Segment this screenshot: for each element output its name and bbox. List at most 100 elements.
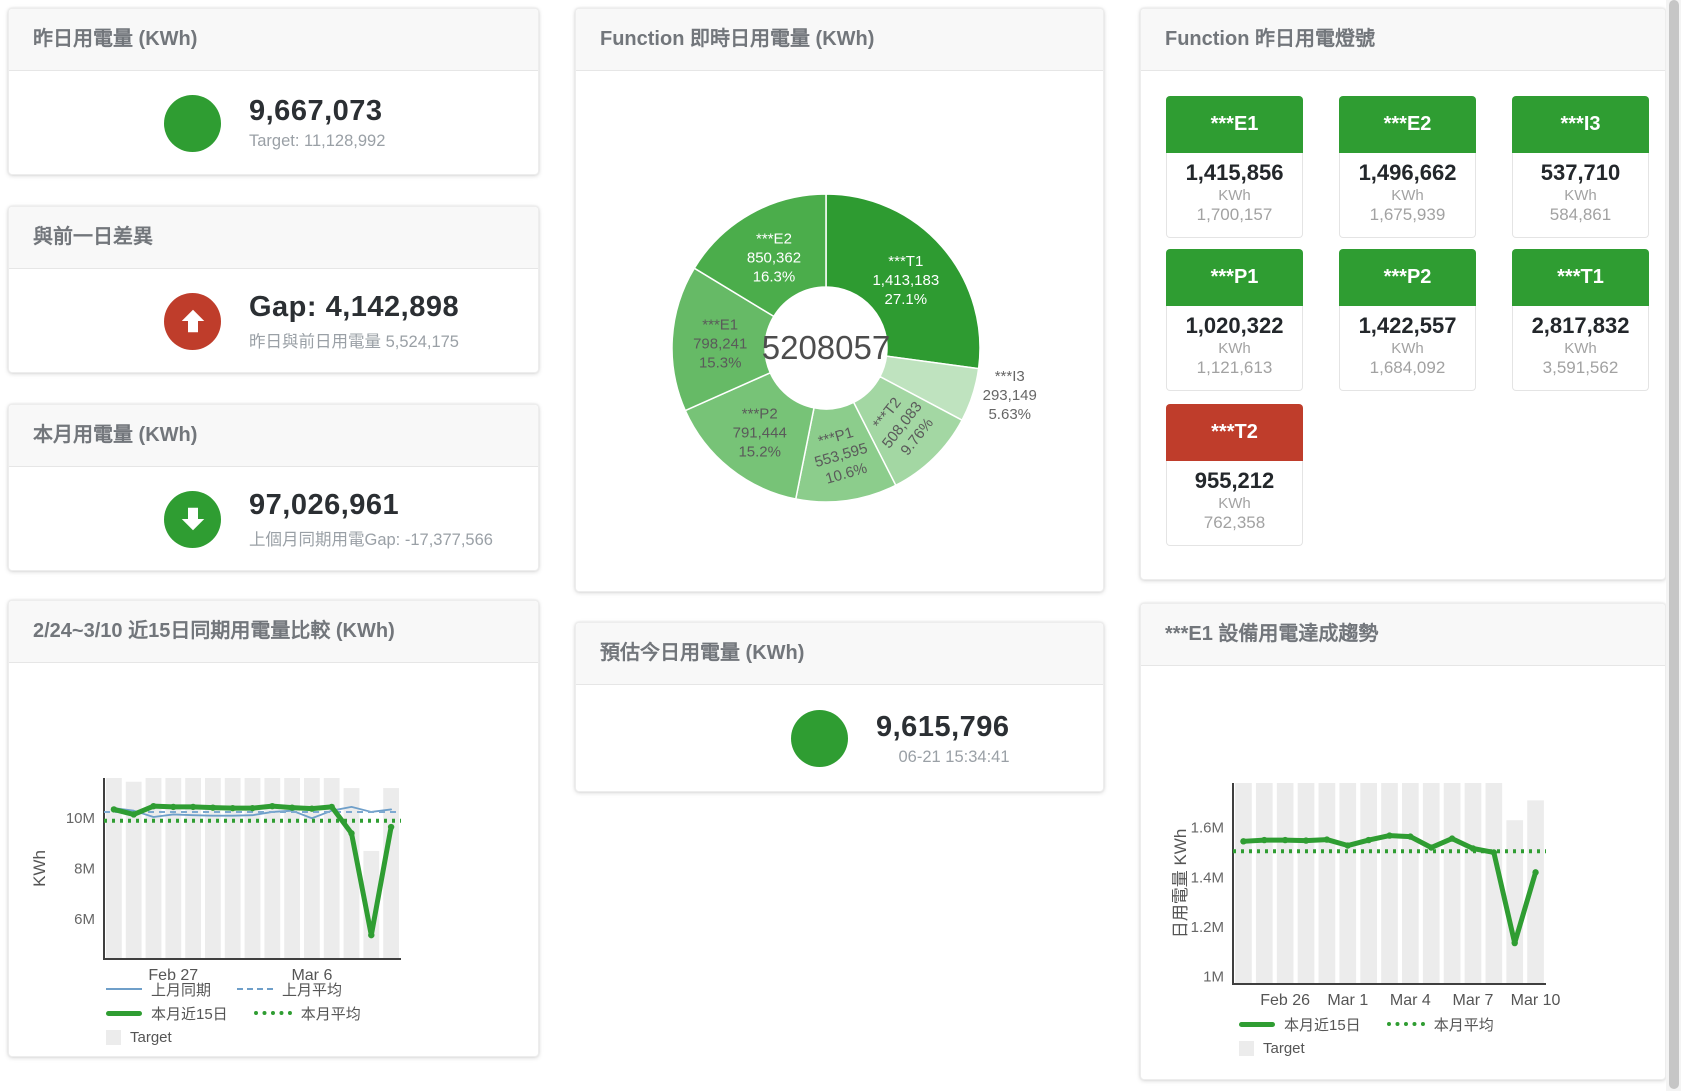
tile-target: 762,358 xyxy=(1167,513,1302,533)
tile-status-header: ***T2 xyxy=(1166,404,1303,461)
tile-value: 955,212 xyxy=(1167,468,1302,494)
legend-row: 上月同期 上月平均 xyxy=(106,979,361,999)
series-point xyxy=(1282,837,1288,843)
card-yesterday-lights: Function 昨日用電燈號 ***E11,415,856KWh1,700,1… xyxy=(1140,8,1666,580)
y-tick: 1.2M xyxy=(1191,919,1224,936)
legend-label: Target xyxy=(1263,1040,1305,1057)
y-axis-label: KWh xyxy=(30,850,49,887)
card-e1-trend: ***E1 設備用電達成趨勢 1M1.2M1.4M1.6M日用電量 KWhFeb… xyxy=(1140,603,1666,1080)
legend-row: 本月近15日 本月平均 xyxy=(1239,1014,1494,1034)
target-bar xyxy=(1319,783,1336,984)
legend-item-gray-box[interactable]: Target xyxy=(106,1029,172,1046)
tile-status-header: ***P2 xyxy=(1339,249,1476,306)
card-realtime-usage: Function 即時日用電量 (KWh) ***T11,413,18327.1… xyxy=(575,8,1104,592)
target-bar xyxy=(106,778,122,959)
tile-body: 537,710KWh584,861 xyxy=(1512,153,1649,238)
green-down-arrow-icon xyxy=(164,491,221,548)
legend-item-green-thick[interactable]: 本月近15日 xyxy=(1239,1014,1361,1035)
y-axis-label: 日用電量 KWh xyxy=(1171,829,1190,939)
target-bar xyxy=(1256,783,1273,984)
estimate-value: 9,615,796 xyxy=(876,711,1010,744)
tile-value: 537,710 xyxy=(1513,160,1648,186)
series-point xyxy=(210,804,216,810)
tile-unit: KWh xyxy=(1513,187,1648,204)
x-tick: Mar 4 xyxy=(1390,992,1431,1009)
prev-gap-value: Gap: 4,142,898 xyxy=(249,291,459,324)
series-point xyxy=(309,805,315,811)
estimate-kpi: 9,615,796 06-21 15:34:41 xyxy=(576,685,1103,792)
legend-swatch-icon xyxy=(254,1011,292,1015)
target-bar xyxy=(1465,783,1482,984)
legend-swatch-icon xyxy=(237,988,273,990)
legend-item-green-thick[interactable]: 本月近15日 xyxy=(106,1003,228,1024)
card-month-usage: 本月用電量 (KWh) 97,026,961 上個月同期用電Gap: -17,3… xyxy=(8,404,539,571)
y-tick: 1.4M xyxy=(1191,869,1224,886)
series-point xyxy=(190,804,196,810)
e1-trend-legend: 本月近15日 本月平均 Target xyxy=(1239,1014,1494,1058)
target-bar xyxy=(1339,783,1356,984)
compare-title: 2/24~3/10 近15日同期用電量比較 (KWh) xyxy=(9,601,538,663)
light-tile-I3: ***I3537,710KWh584,861 xyxy=(1512,96,1649,238)
light-tile-T2: ***T2 955,212KWh762,358 xyxy=(1166,404,1303,546)
legend-row: 本月近15日 本月平均 xyxy=(106,1003,361,1023)
donut-center-total: 5208057 xyxy=(762,329,890,366)
month-title: 本月用電量 (KWh) xyxy=(9,405,538,467)
y-tick: 1.6M xyxy=(1191,820,1224,837)
tile-status-header: ***E1 xyxy=(1166,96,1303,153)
scrollbar-thumb[interactable] xyxy=(1669,0,1679,1089)
card-prev-day-gap: 與前一日差異 Gap: 4,142,898 昨日與前日用電量 5,524,175 xyxy=(8,206,539,373)
card-15day-compare: 2/24~3/10 近15日同期用電量比較 (KWh) 6M8M10MKWhFe… xyxy=(8,600,539,1057)
tile-target: 1,684,092 xyxy=(1340,358,1475,378)
x-tick: Mar 7 xyxy=(1453,992,1494,1009)
target-bar xyxy=(1402,783,1419,984)
month-value: 97,026,961 xyxy=(249,489,493,522)
tile-target: 1,675,939 xyxy=(1340,205,1475,225)
y-tick: 10M xyxy=(66,810,95,827)
series-point xyxy=(368,932,374,938)
legend-swatch-icon xyxy=(106,1011,142,1016)
energy-dashboard: 昨日用電量 (KWh) 9,667,073 Target: 11,128,992… xyxy=(0,0,1681,1091)
lights-title: Function 昨日用電燈號 xyxy=(1141,9,1665,71)
legend-swatch-icon xyxy=(106,1030,121,1045)
target-bar xyxy=(304,778,320,959)
legend-item-blue-line[interactable]: 上月同期 xyxy=(106,979,211,1000)
legend-item-green-dot[interactable]: 本月平均 xyxy=(1387,1014,1494,1035)
estimate-timestamp: 06-21 15:34:41 xyxy=(876,748,1010,767)
legend-item-green-dot[interactable]: 本月平均 xyxy=(254,1003,361,1024)
legend-label: Target xyxy=(130,1029,172,1046)
series-point xyxy=(150,803,156,809)
series-point xyxy=(1345,842,1351,848)
legend-label: 本月平均 xyxy=(1434,1014,1494,1035)
target-bar xyxy=(1277,783,1294,984)
tile-target: 3,591,562 xyxy=(1513,358,1648,378)
series-point xyxy=(1532,869,1538,875)
tile-value: 1,422,557 xyxy=(1340,313,1475,339)
light-tile-P1: ***P11,020,322KWh1,121,613 xyxy=(1166,249,1303,391)
series-point xyxy=(170,804,176,810)
legend-label: 本月平均 xyxy=(301,1003,361,1024)
legend-label: 上月同期 xyxy=(151,979,211,1000)
series-point xyxy=(329,804,335,810)
tile-unit: KWh xyxy=(1513,340,1648,357)
legend-item-blue-dash[interactable]: 上月平均 xyxy=(237,979,342,1000)
legend-item-gray-box[interactable]: Target xyxy=(1239,1040,1305,1057)
card-yesterday-usage: 昨日用電量 (KWh) 9,667,073 Target: 11,128,992 xyxy=(8,8,539,175)
series-point xyxy=(1407,833,1413,839)
y-tick: 6M xyxy=(74,911,95,928)
series-point xyxy=(269,803,275,809)
tile-status-header: ***E2 xyxy=(1339,96,1476,153)
target-bar xyxy=(1360,783,1377,984)
legend-swatch-icon xyxy=(1387,1022,1425,1026)
tile-status-header: ***P1 xyxy=(1166,249,1303,306)
donut-svg: ***T11,413,18327.1%***I3293,1495.63%***T… xyxy=(576,70,1105,593)
target-bar xyxy=(1423,783,1440,984)
tile-body: 1,422,557KWh1,684,092 xyxy=(1339,306,1476,391)
legend-swatch-icon xyxy=(1239,1041,1254,1056)
target-bar xyxy=(126,782,142,959)
scrollbar-track[interactable] xyxy=(1666,0,1681,1091)
legend-swatch-icon xyxy=(1239,1022,1275,1027)
tile-body: 1,020,322KWh1,121,613 xyxy=(1166,306,1303,391)
prev-gap-title: 與前一日差異 xyxy=(9,207,538,269)
x-tick: Mar 10 xyxy=(1511,992,1561,1009)
tile-unit: KWh xyxy=(1167,495,1302,512)
